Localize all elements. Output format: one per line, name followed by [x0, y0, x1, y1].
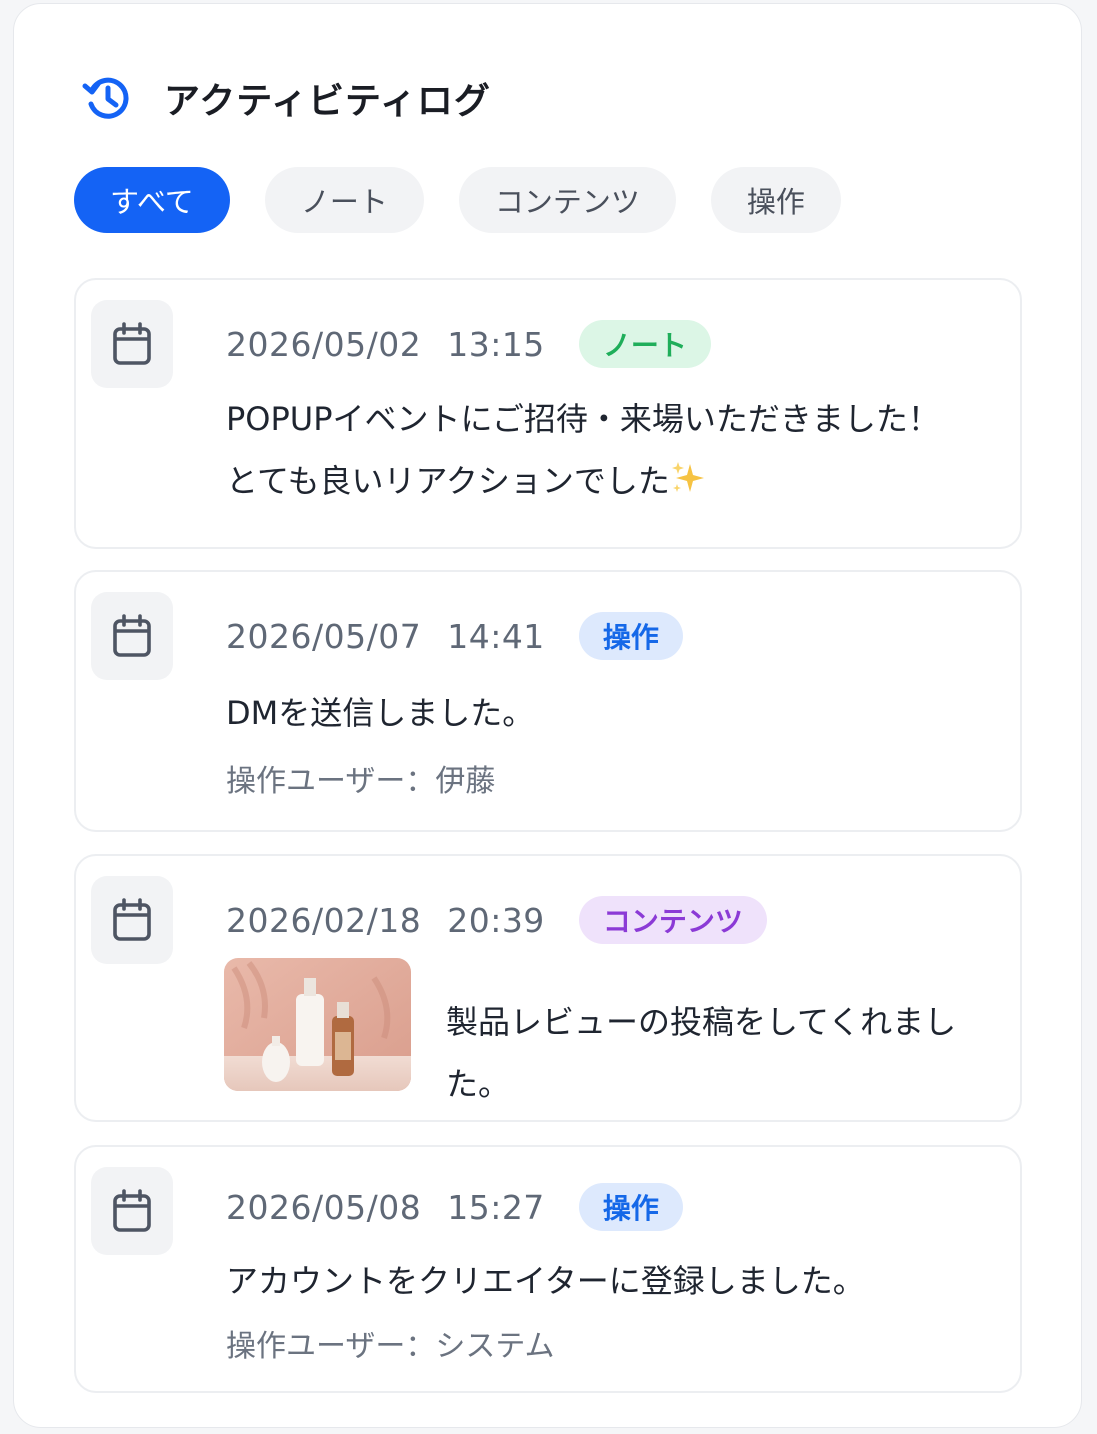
calendar-icon	[113, 614, 151, 657]
tab-operation[interactable]: 操作	[710, 167, 841, 233]
content-thumbnail[interactable]	[224, 958, 411, 1091]
calendar-icon-box	[91, 876, 173, 964]
entry-date: 2026/05/08	[226, 1187, 422, 1227]
tab-note[interactable]: ノート	[264, 167, 424, 233]
entry-message: 製品レビューの投稿をしてくれました。	[446, 1003, 957, 1103]
log-entry: 2026/05/02 13:15 ノート POPUPイベントにご招待・来場いただ…	[74, 278, 1022, 549]
operator-label: 操作ユーザー：システム	[226, 1329, 555, 1364]
calendar-icon-box	[91, 300, 173, 388]
tag-badge: コンテンツ	[578, 896, 767, 944]
entry-meta: 2026/05/08 15:27 操作	[226, 1183, 683, 1231]
log-entry: 2026/02/18 20:39 コンテンツ 製品レビューの投稿をしてくれました…	[74, 854, 1022, 1122]
operator-label: 操作ユーザー：伊藤	[226, 764, 496, 799]
tab-all[interactable]: すべて	[74, 167, 230, 233]
entry-time: 14:41	[447, 616, 545, 656]
filter-tabs: すべて ノート コンテンツ 操作	[74, 167, 841, 233]
calendar-icon	[113, 898, 151, 941]
history-icon	[82, 77, 129, 119]
entry-date: 2026/05/07	[226, 616, 422, 656]
message-line: とても良いリアクションでした	[226, 462, 670, 500]
entry-message: POPUPイベントにご招待・来場いただきました！ とても良いリアクションでした	[226, 388, 940, 512]
calendar-icon	[113, 322, 151, 365]
tab-content[interactable]: コンテンツ	[458, 167, 676, 233]
entry-meta: 2026/02/18 20:39 コンテンツ	[226, 896, 767, 944]
sparkles-icon	[671, 462, 704, 492]
panel-header: アクティビティログ	[80, 68, 491, 128]
entry-message: DMを送信しました。	[226, 694, 535, 732]
entry-time: 13:15	[447, 324, 545, 364]
message-line: POPUPイベントにご招待・来場いただきました！	[226, 400, 940, 438]
page-title: アクティビティログ	[164, 81, 491, 122]
calendar-icon	[113, 1189, 151, 1232]
tag-badge: 操作	[578, 1183, 683, 1231]
calendar-icon-box	[91, 592, 173, 680]
entry-date: 2026/05/02	[226, 324, 422, 364]
log-entry: 2026/05/07 14:41 操作 DMを送信しました。 操作ユーザー：伊藤	[74, 570, 1022, 832]
tag-badge: ノート	[578, 320, 711, 368]
entry-date: 2026/02/18	[226, 900, 422, 940]
cosmetic-bottles-photo	[224, 958, 411, 1091]
entry-time: 20:39	[447, 900, 545, 940]
entry-meta: 2026/05/07 14:41 操作	[226, 612, 683, 660]
entry-message: アカウントをクリエイターに登録しました。	[226, 1262, 865, 1300]
calendar-icon-box	[91, 1167, 173, 1255]
entry-time: 15:27	[447, 1187, 545, 1227]
activity-log-panel: アクティビティログ すべて ノート コンテンツ 操作 2026/05/02 13…	[13, 3, 1082, 1428]
entry-meta: 2026/05/02 13:15 ノート	[226, 320, 711, 368]
tag-badge: 操作	[578, 612, 683, 660]
message-line-with-emoji: とても良いリアクションでした	[226, 450, 940, 512]
log-entry: 2026/05/08 15:27 操作 アカウントをクリエイターに登録しました。…	[74, 1145, 1022, 1393]
